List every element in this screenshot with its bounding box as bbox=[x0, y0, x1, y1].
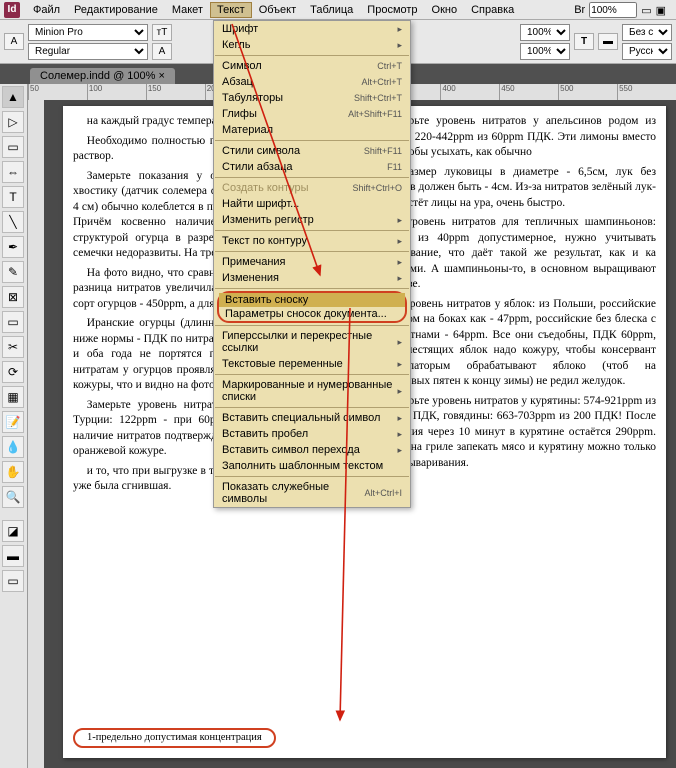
menu-item[interactable]: Найти шрифт... bbox=[214, 196, 410, 212]
text-T-icon[interactable]: T bbox=[574, 33, 594, 50]
selection-tool[interactable]: ▲ bbox=[2, 86, 24, 108]
zoom-tool[interactable]: 🔍 bbox=[2, 486, 24, 508]
font-family-select[interactable]: Minion Pro bbox=[28, 24, 148, 41]
screen-mode-icon[interactable]: ▭ bbox=[2, 570, 24, 592]
menu-item[interactable]: Показать служебные символыAlt+Ctrl+I bbox=[214, 479, 410, 507]
menu-item[interactable]: Изменить регистр bbox=[214, 212, 410, 228]
lang2-select[interactable]: Русск bbox=[622, 43, 672, 60]
menu-item[interactable]: АбзацAlt+Ctrl+T bbox=[214, 74, 410, 90]
note-tool[interactable]: 📝 bbox=[2, 411, 24, 433]
menu-item: Создать контурыShift+Ctrl+O bbox=[214, 180, 410, 196]
page-tool[interactable]: ▭ bbox=[2, 136, 24, 158]
menu-item[interactable]: Шрифт bbox=[214, 21, 410, 37]
font-size-icon: тТ bbox=[152, 24, 172, 41]
char-format-icon[interactable]: A bbox=[4, 33, 24, 50]
menu-text[interactable]: Текст bbox=[210, 2, 252, 18]
fill-stroke-icon[interactable]: ◪ bbox=[2, 520, 24, 542]
apply-color-icon[interactable]: ▬ bbox=[2, 545, 24, 567]
menu-item[interactable]: Заполнить шаблонным текстом bbox=[214, 458, 410, 474]
menu-item[interactable]: Вставить специальный символ bbox=[214, 410, 410, 426]
eyedropper-tool[interactable]: 💧 bbox=[2, 436, 24, 458]
menu-item[interactable]: ТабуляторыShift+Ctrl+T bbox=[214, 90, 410, 106]
transform-tool[interactable]: ⟳ bbox=[2, 361, 24, 383]
footnote-group: Вставить сноскуПараметры сносок документ… bbox=[217, 291, 407, 323]
menu-item[interactable]: Маркированные и нумерованные списки bbox=[214, 377, 410, 405]
type-tool[interactable]: T bbox=[2, 186, 24, 208]
para: ьте уровень нитратов для тепличных шампи… bbox=[372, 215, 657, 293]
menu-item[interactable]: Кегль bbox=[214, 37, 410, 53]
toolbox: ▲ ▷ ▭ ⇔ T ╲ ✒ ✎ ⊠ ▭ ✂ ⟳ ▦ 📝 💧 ✋ 🔍 ◪ ▬ ▭ bbox=[0, 84, 28, 768]
menu-item[interactable]: Стили символаShift+F11 bbox=[214, 143, 410, 159]
frame-tool[interactable]: ⊠ bbox=[2, 286, 24, 308]
para: Замерьте уровень нитратов у курятины: 57… bbox=[372, 394, 657, 472]
lang-select[interactable]: Без с bbox=[622, 24, 672, 41]
close-icon[interactable]: × bbox=[158, 70, 164, 82]
menu-table[interactable]: Таблица bbox=[303, 2, 360, 18]
menu-item[interactable]: ГлифыAlt+Shift+F11 bbox=[214, 106, 410, 122]
menu-item[interactable]: Изменения bbox=[214, 270, 410, 286]
menu-object[interactable]: Объект bbox=[252, 2, 303, 18]
menu-item[interactable]: Текстовые переменные bbox=[214, 356, 410, 372]
tab-title: Солемер.indd @ 100% bbox=[40, 70, 155, 82]
menu-item[interactable]: Гиперссылки и перекрестные ссылки bbox=[214, 328, 410, 356]
scale-v-select[interactable]: 100% bbox=[520, 43, 570, 60]
stroke-icon[interactable]: ▬ bbox=[598, 33, 618, 50]
line-tool[interactable]: ╲ bbox=[2, 211, 24, 233]
scissors-tool[interactable]: ✂ bbox=[2, 336, 24, 358]
rect-tool[interactable]: ▭ bbox=[2, 311, 24, 333]
menu-layout[interactable]: Макет bbox=[165, 2, 210, 18]
menu-edit[interactable]: Редактирование bbox=[67, 2, 165, 18]
para: ьте уровень нитратов у яблок: из Польши,… bbox=[372, 297, 657, 390]
menu-item[interactable]: Вставить сноску bbox=[219, 293, 405, 307]
menu-item[interactable]: Текст по контуру bbox=[214, 233, 410, 249]
pencil-tool[interactable]: ✎ bbox=[2, 261, 24, 283]
menu-item[interactable]: Стили абзацаF11 bbox=[214, 159, 410, 175]
scale-h-select[interactable]: 100% bbox=[520, 24, 570, 41]
menu-item[interactable]: Вставить пробел bbox=[214, 426, 410, 442]
leading-icon: А bbox=[152, 43, 172, 60]
menu-window[interactable]: Окно bbox=[425, 2, 465, 18]
menu-file[interactable]: Файл bbox=[26, 2, 67, 18]
hand-tool[interactable]: ✋ bbox=[2, 461, 24, 483]
menu-item[interactable]: Материал bbox=[214, 122, 410, 138]
pen-tool[interactable]: ✒ bbox=[2, 236, 24, 258]
zoom-input[interactable] bbox=[589, 2, 637, 18]
menu-item[interactable]: Параметры сносок документа... bbox=[219, 307, 405, 321]
para: ет размер луковицы в диаметре - 6,5см, л… bbox=[372, 165, 657, 212]
view-mode-icon[interactable]: ▭ bbox=[641, 4, 651, 17]
menu-item[interactable]: Вставить символ перехода bbox=[214, 442, 410, 458]
menu-help[interactable]: Справка bbox=[464, 2, 521, 18]
gap-tool[interactable]: ⇔ bbox=[2, 161, 24, 183]
para: Замерьте уровень нитратов у апельсинов р… bbox=[372, 114, 657, 161]
menu-view[interactable]: Просмотр bbox=[360, 2, 424, 18]
menu-item[interactable]: СимволCtrl+T bbox=[214, 58, 410, 74]
text-menu-dropdown: ШрифтКегль СимволCtrl+TАбзацAlt+Ctrl+TТаб… bbox=[213, 20, 411, 508]
app-icon: Id bbox=[4, 2, 20, 18]
zoom-control: Br ▭ ▣ bbox=[574, 2, 666, 18]
gradient-tool[interactable]: ▦ bbox=[2, 386, 24, 408]
ruler-vertical bbox=[28, 100, 44, 768]
font-style-select[interactable]: Regular bbox=[28, 43, 148, 60]
bridge-icon[interactable]: Br bbox=[574, 4, 585, 16]
direct-select-tool[interactable]: ▷ bbox=[2, 111, 24, 133]
view-mode2-icon[interactable]: ▣ bbox=[656, 4, 666, 17]
footnote[interactable]: 1-предельно допустимая концентрация bbox=[73, 728, 276, 748]
menu-item[interactable]: Примечания bbox=[214, 254, 410, 270]
document-tab[interactable]: Солемер.indd @ 100% × bbox=[30, 68, 175, 84]
menubar: Id Файл Редактирование Макет Текст Объек… bbox=[0, 0, 676, 20]
